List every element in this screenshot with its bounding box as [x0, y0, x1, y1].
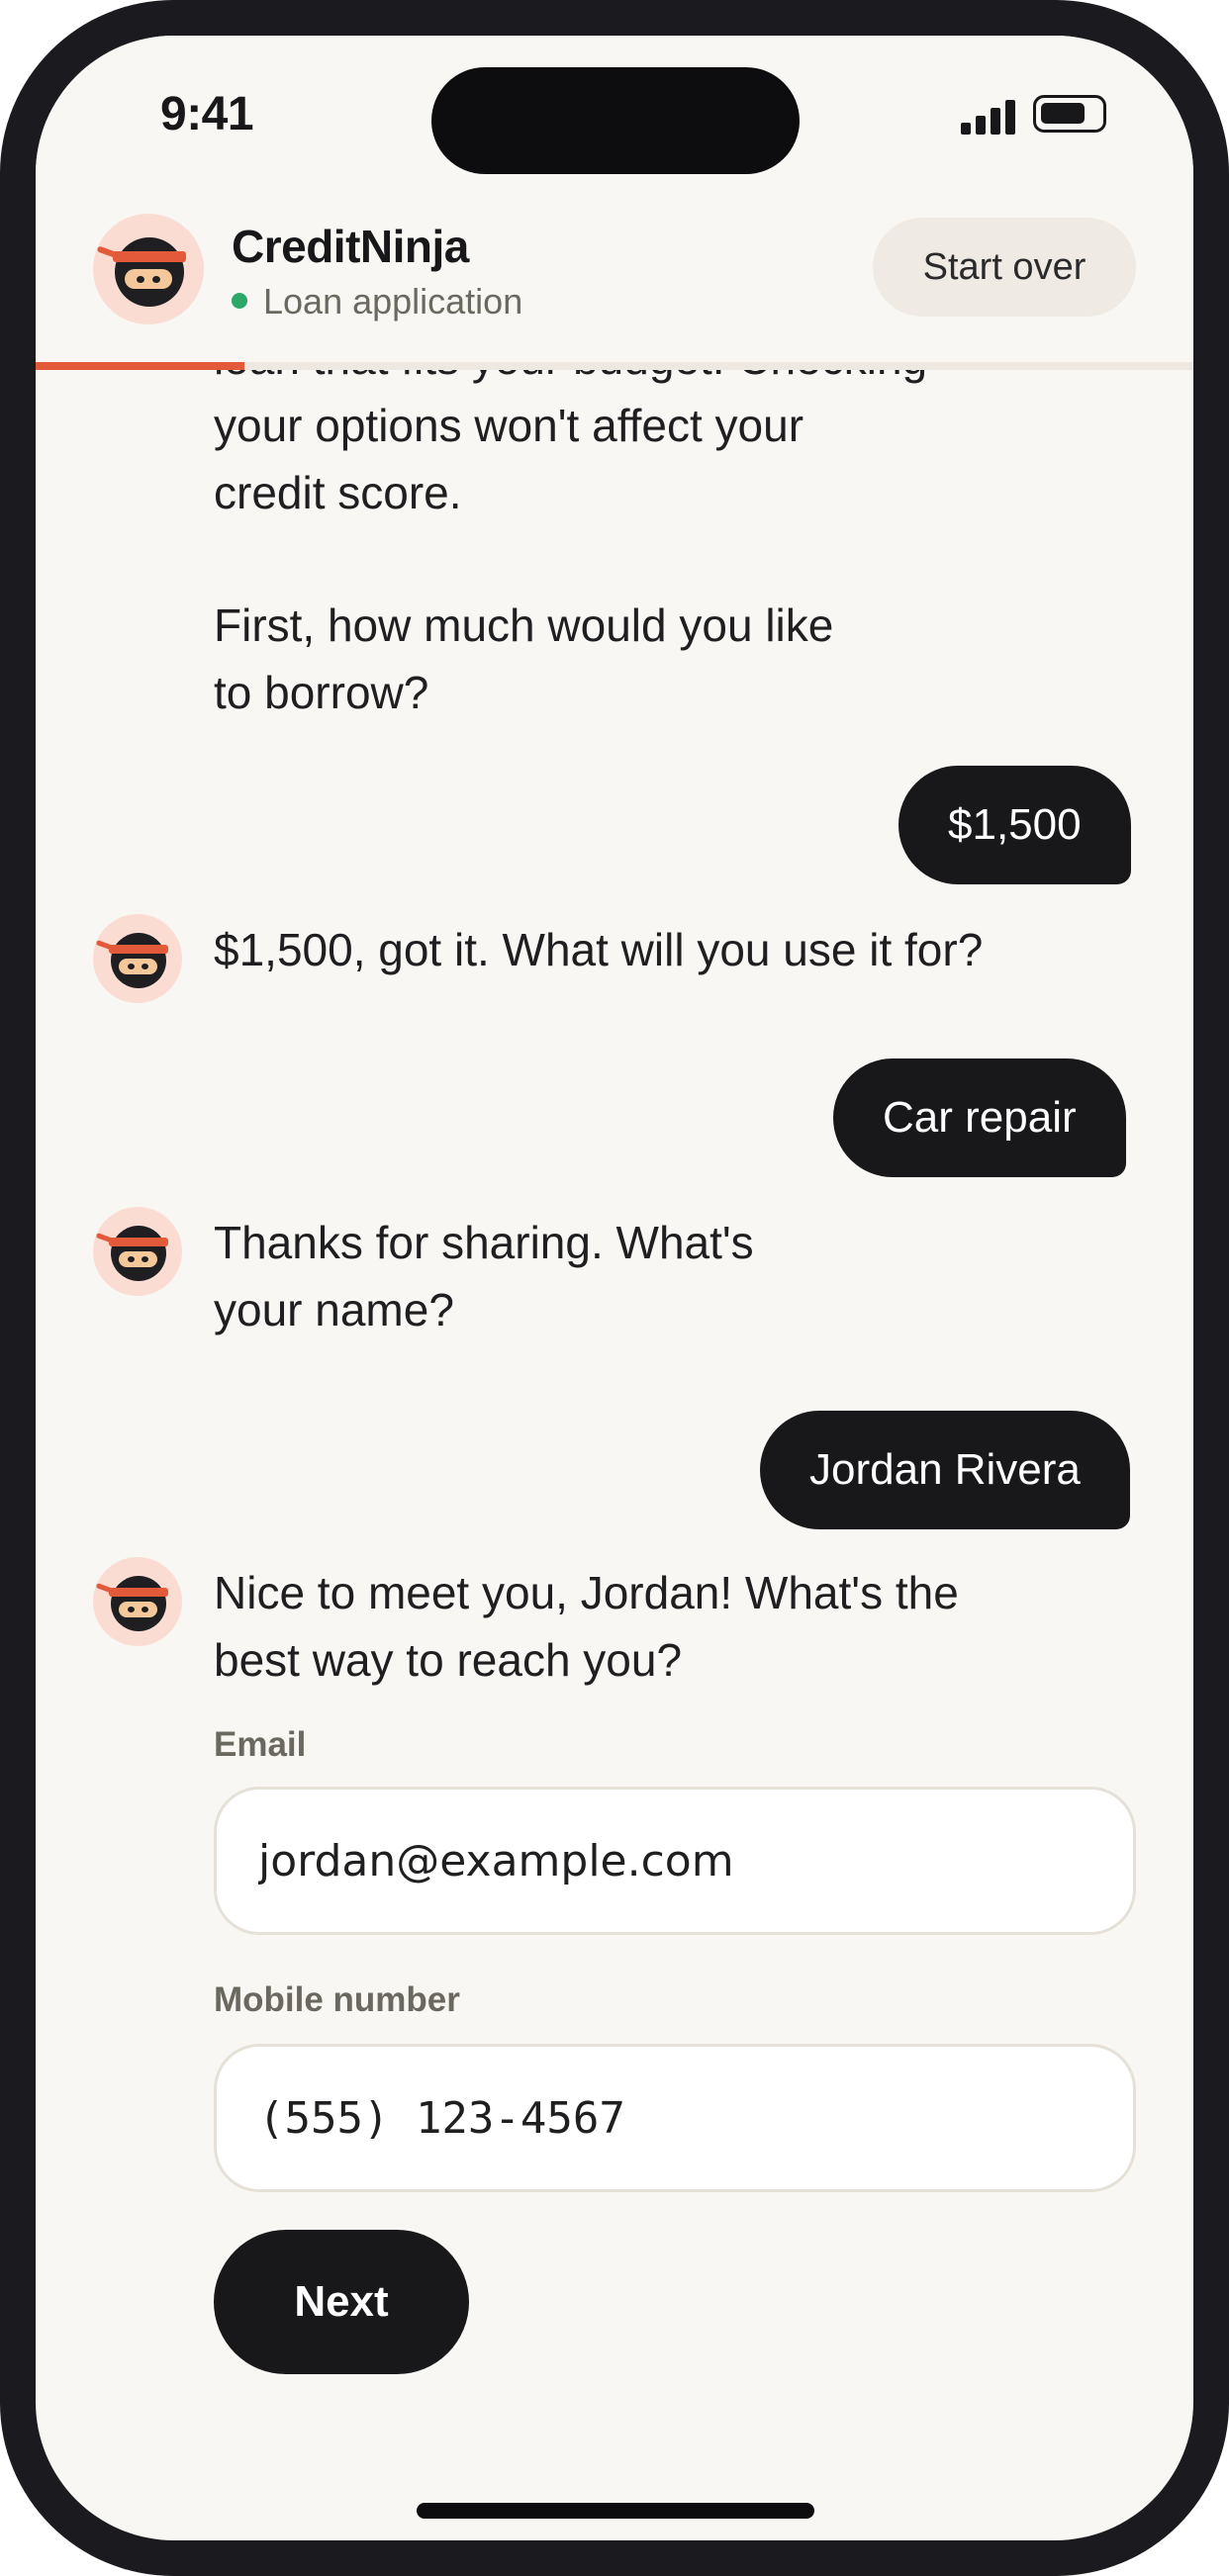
user-reply-name: Jordan Rivera	[760, 1411, 1130, 1529]
chat-thread: loan that fits your budget. Checking you…	[36, 370, 1193, 2540]
brand-name: CreditNinja	[232, 221, 469, 272]
bot-message-line: First, how much would you like	[214, 599, 834, 651]
progress-fill	[36, 362, 244, 370]
email-label: Email	[214, 1725, 307, 1764]
progress-bar	[36, 362, 1193, 370]
bot-message-line: loan that fits your budget. Checking	[214, 370, 927, 392]
page-subtitle: Loan application	[263, 281, 523, 322]
bot-message-line: Nice to meet you, Jordan! What's the	[214, 1567, 959, 1618]
email-field[interactable]	[214, 1787, 1136, 1935]
bot-avatar	[93, 1207, 182, 1296]
bot-message-intro: loan that fits your budget. Checking you…	[214, 370, 927, 526]
bot-message-name: Thanks for sharing. What's your name?	[214, 1209, 754, 1343]
mobile-number-label: Mobile number	[214, 1980, 460, 2019]
bot-message-line: Thanks for sharing. What's	[214, 1217, 754, 1268]
ninja-avatar-icon	[93, 914, 182, 1003]
ninja-avatar-icon	[93, 214, 204, 324]
bot-avatar	[93, 1557, 182, 1646]
bot-message-line: best way to reach you?	[214, 1634, 683, 1686]
user-reply-amount: $1,500	[898, 766, 1131, 884]
brand-avatar	[93, 214, 204, 324]
bot-message-line: to borrow?	[214, 667, 429, 718]
bot-avatar	[93, 914, 182, 1003]
battery-icon	[1033, 95, 1106, 133]
bot-message-line: credit score.	[214, 467, 462, 518]
app-screen: loan that fits your budget. Checking you…	[36, 36, 1193, 2540]
phone-frame: loan that fits your budget. Checking you…	[0, 0, 1229, 2576]
dynamic-island	[431, 67, 800, 174]
user-reply-purpose: Car repair	[833, 1058, 1126, 1177]
online-status-dot	[232, 293, 247, 309]
mobile-number-field[interactable]	[214, 2044, 1136, 2192]
start-over-button[interactable]: Start over	[873, 218, 1136, 317]
bot-message-contact: Nice to meet you, Jordan! What's the bes…	[214, 1559, 959, 1694]
status-time: 9:41	[160, 88, 254, 140]
next-button[interactable]: Next	[214, 2230, 469, 2374]
bot-message-amount: First, how much would you like to borrow…	[214, 592, 833, 726]
home-indicator	[417, 2503, 814, 2519]
ninja-avatar-icon	[93, 1207, 182, 1296]
ninja-avatar-icon	[93, 1557, 182, 1646]
bot-message-purpose: $1,500, got it. What will you use it for…	[214, 924, 984, 975]
bot-message-line: your options won't affect your	[214, 400, 804, 451]
signal-icon	[961, 97, 1016, 135]
bot-message-line: your name?	[214, 1284, 454, 1335]
